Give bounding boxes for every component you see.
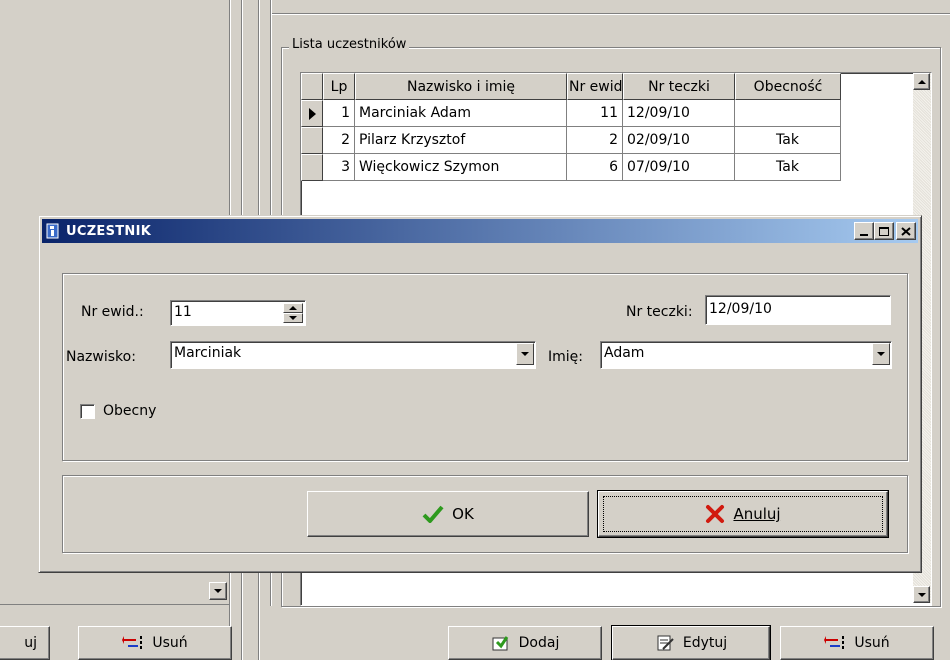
cell-obecnosc — [735, 100, 841, 127]
imie-label: Imię: — [548, 349, 583, 365]
header-nr-teczki[interactable]: Nr teczki — [623, 73, 735, 100]
delete-icon — [824, 636, 845, 649]
add-icon — [492, 636, 508, 651]
imie-dropdown-button[interactable] — [872, 343, 890, 365]
nazwisko-combobox[interactable]: Marciniak — [170, 341, 536, 369]
focus-rect — [603, 496, 883, 532]
row-indicator — [301, 154, 323, 181]
spin-down-button[interactable] — [283, 313, 303, 323]
ok-label: OK — [452, 505, 474, 523]
dialog-title: UCZESTNIK — [66, 223, 152, 239]
scroll-up-button[interactable] — [913, 73, 930, 90]
cell-nr-teczki: 12/09/10 — [623, 100, 735, 127]
nazwisko-value: Marciniak — [174, 345, 242, 361]
header-nr-ewid[interactable]: Nr ewid. — [567, 73, 623, 100]
left-edit-button[interactable]: uj — [0, 626, 50, 660]
imie-value: Adam — [604, 345, 645, 361]
row-indicator — [301, 127, 323, 154]
left-delete-label: Usuń — [152, 635, 188, 651]
nazwisko-dropdown-button[interactable] — [516, 343, 534, 365]
cell-lp: 3 — [323, 154, 355, 181]
nr-teczki-value: 12/09/10 — [709, 301, 772, 317]
delete-icon — [122, 636, 143, 649]
table-row[interactable]: 1 Marciniak Adam 11 12/09/10 — [301, 100, 841, 127]
close-button[interactable] — [896, 222, 916, 240]
cell-name: Marciniak Adam — [355, 100, 567, 127]
participant-dialog: UCZESTNIK Nr ewid.: 11 Nr teczki: 12/09/… — [38, 215, 922, 573]
arrow-down-icon — [289, 316, 297, 320]
edit-label: Edytuj — [682, 635, 728, 651]
left-delete-button[interactable]: Usuń — [78, 626, 232, 660]
edit-button[interactable]: Edytuj — [611, 625, 771, 660]
chevron-down-icon — [521, 352, 529, 356]
imie-combobox[interactable]: Adam — [600, 341, 892, 369]
nr-teczki-input[interactable]: 12/09/10 — [705, 295, 891, 325]
app-icon — [46, 223, 59, 239]
cell-nr-ewid: 11 — [567, 100, 623, 127]
maximize-icon — [879, 226, 889, 236]
header-obecnosc[interactable]: Obecność — [735, 73, 841, 100]
minimize-button[interactable] — [854, 222, 874, 240]
row-indicator — [301, 100, 323, 127]
cancel-button[interactable]: Anuluj — [597, 490, 889, 538]
nr-ewid-label: Nr ewid.: — [81, 304, 144, 320]
arrow-down-icon — [917, 592, 926, 597]
cell-nr-teczki: 02/09/10 — [623, 127, 735, 154]
cell-name: Pilarz Krzysztof — [355, 127, 567, 154]
arrow-up-icon — [917, 79, 926, 84]
cell-lp: 1 — [323, 100, 355, 127]
table-row[interactable]: 3 Więckowicz Szymon 6 07/09/10 Tak — [301, 154, 841, 181]
nazwisko-label: Nazwisko: — [66, 349, 136, 365]
nr-ewid-input[interactable]: 11 — [170, 300, 306, 326]
group-title: Lista uczestników — [289, 37, 410, 52]
dialog-titlebar[interactable]: UCZESTNIK — [42, 219, 918, 243]
delete-label: Usuń — [854, 635, 890, 651]
chevron-down-icon — [877, 352, 885, 356]
cell-nr-ewid: 6 — [567, 154, 623, 181]
cell-name: Więckowicz Szymon — [355, 154, 567, 181]
header-name[interactable]: Nazwisko i imię — [355, 73, 567, 100]
cell-obecnosc: Tak — [735, 154, 841, 181]
cell-nr-teczki: 07/09/10 — [623, 154, 735, 181]
add-label: Dodaj — [518, 635, 560, 651]
obecny-checkbox[interactable] — [80, 404, 95, 419]
add-button[interactable]: Dodaj — [448, 626, 602, 660]
obecny-label[interactable]: Obecny — [103, 403, 156, 419]
maximize-button[interactable] — [874, 222, 894, 240]
nr-ewid-spinner[interactable] — [283, 303, 303, 323]
arrow-up-icon — [289, 306, 297, 310]
header-indicator — [301, 73, 323, 100]
left-scroll-down-button[interactable] — [209, 582, 227, 600]
cell-obecnosc: Tak — [735, 127, 841, 154]
left-edit-label: uj — [24, 635, 37, 651]
scroll-down-button[interactable] — [913, 586, 930, 603]
cell-nr-ewid: 2 — [567, 127, 623, 154]
delete-button[interactable]: Usuń — [780, 626, 934, 660]
close-icon — [901, 226, 911, 236]
cell-lp: 2 — [323, 127, 355, 154]
spin-up-button[interactable] — [283, 303, 303, 313]
arrow-down-icon — [214, 589, 222, 593]
edit-icon — [657, 635, 674, 651]
nr-ewid-value: 11 — [174, 304, 192, 320]
checkmark-icon — [422, 505, 444, 523]
table-row[interactable]: 2 Pilarz Krzysztof 2 02/09/10 Tak — [301, 127, 841, 154]
current-row-icon — [309, 107, 316, 120]
ok-button[interactable]: OK — [307, 491, 589, 537]
left-divider — [0, 604, 229, 605]
minimize-icon — [860, 234, 868, 236]
nr-teczki-label: Nr teczki: — [626, 304, 693, 320]
grid-header: Lp Nazwisko i imię Nr ewid. Nr teczki Ob… — [301, 73, 841, 100]
top-panel-edge — [270, 0, 950, 14]
header-lp[interactable]: Lp — [323, 73, 355, 100]
